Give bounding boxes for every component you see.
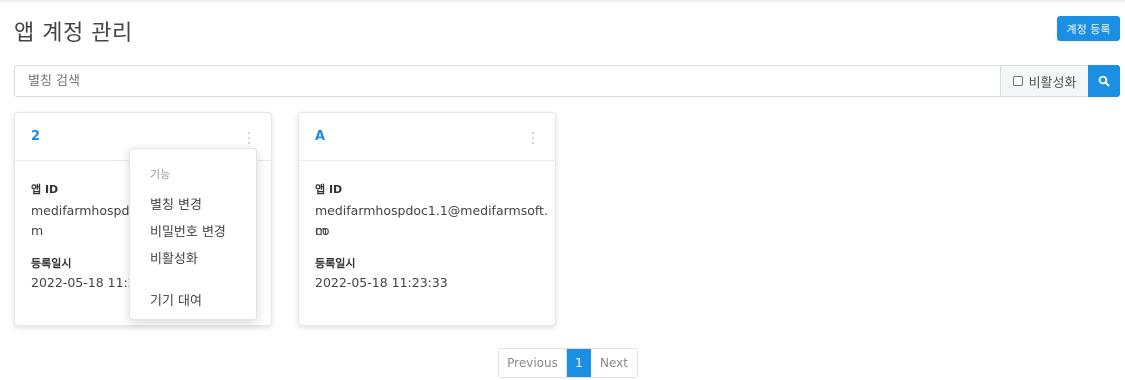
pagination-next[interactable]: Next xyxy=(591,349,637,377)
search-button[interactable] xyxy=(1088,65,1120,97)
search-input[interactable] xyxy=(15,66,1000,96)
menu-item-change-password[interactable]: 비밀번호 변경 xyxy=(150,221,226,240)
app-id-value-wrap: m xyxy=(315,223,328,238)
app-id-label: 앱 ID xyxy=(315,183,343,196)
inactive-filter-label: 비활성화 xyxy=(1028,75,1077,91)
card-context-menu: 기능 별칭 변경 비밀번호 변경 비활성화 기기 대여 xyxy=(129,148,257,320)
pagination-page-1[interactable]: 1 xyxy=(567,349,591,377)
top-shadow xyxy=(0,0,1125,4)
card-title[interactable]: A xyxy=(315,129,325,144)
app-id-label: 앱 ID xyxy=(31,183,59,196)
menu-item-deactivate[interactable]: 비활성화 xyxy=(150,248,198,267)
search-bar: 비활성화 xyxy=(14,65,1120,97)
search-icon xyxy=(1098,75,1110,87)
menu-item-rename[interactable]: 별칭 변경 xyxy=(150,194,202,213)
kebab-menu-icon[interactable] xyxy=(247,132,251,144)
registered-at-label: 등록일시 xyxy=(315,257,356,270)
account-card: A 앱 ID medifarmhospdoc1.1@medifarmsoft.c… xyxy=(298,112,556,326)
menu-header: 기능 xyxy=(150,168,171,181)
inactive-filter-toggle[interactable]: 비활성화 xyxy=(1000,66,1088,96)
registered-at-value: 2022-05-18 11:23:33 xyxy=(315,275,448,290)
menu-item-rent-device[interactable]: 기기 대여 xyxy=(150,290,202,309)
card-header: A xyxy=(299,113,555,161)
checkbox-icon[interactable] xyxy=(1012,76,1023,86)
pagination: Previous 1 Next xyxy=(498,348,638,378)
registered-at-label: 등록일시 xyxy=(31,257,72,270)
kebab-menu-icon[interactable] xyxy=(531,132,535,144)
pagination-previous[interactable]: Previous xyxy=(499,349,567,377)
card-title[interactable]: 2 xyxy=(31,129,40,144)
page-title: 앱 계정 관리 xyxy=(14,21,133,46)
register-account-button[interactable]: 계정 등록 xyxy=(1057,16,1120,41)
